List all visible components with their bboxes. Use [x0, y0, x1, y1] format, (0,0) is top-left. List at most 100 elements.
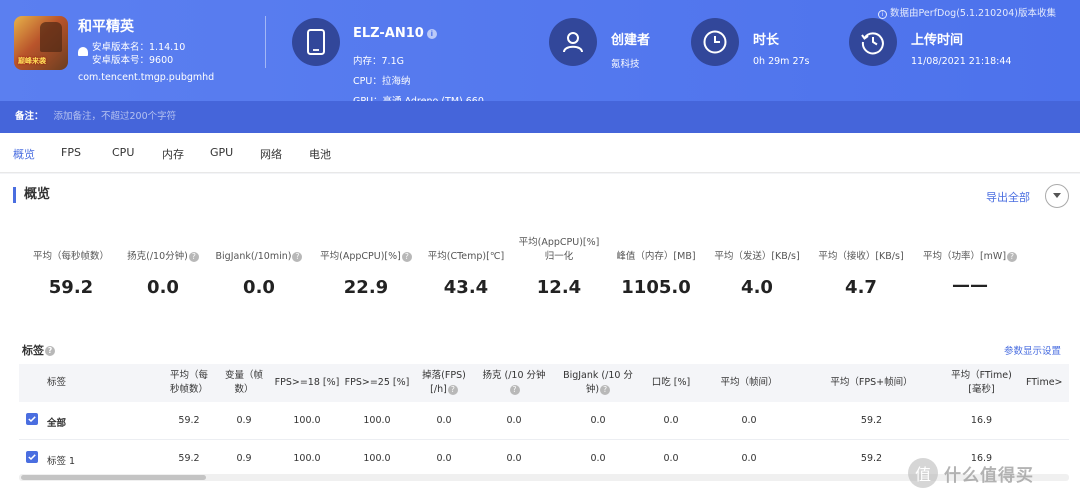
cell: 0.0 — [590, 415, 606, 426]
col-header[interactable]: FPS>=18 [%] — [272, 376, 342, 390]
param-settings-link[interactable]: 参数显示设置 — [1004, 343, 1061, 357]
stat-label: 平均(AppCPU)[%] — [518, 237, 600, 248]
info-icon: i — [878, 10, 888, 19]
collapse-button[interactable] — [1045, 184, 1069, 208]
section-title: 概览 — [13, 187, 50, 203]
col-header[interactable]: BigJank (/10 分钟)? — [557, 369, 639, 397]
col-header[interactable]: FPS>=25 [%] — [342, 376, 412, 390]
col-header[interactable]: FTime> — [1026, 376, 1069, 390]
app-version-code: 安卓版本号：9600 — [92, 55, 174, 66]
app-icon: 巅峰来袭 — [14, 16, 68, 70]
help-icon[interactable]: ? — [45, 346, 55, 356]
help-icon[interactable]: ? — [401, 251, 412, 262]
tab-battery[interactable]: 电池 — [309, 146, 331, 162]
cell: 0.0 — [506, 453, 522, 464]
duration-title: 时长 — [753, 33, 780, 48]
device-memory: 内存：7.1G — [353, 56, 404, 67]
cell: 0.9 — [236, 453, 252, 464]
cell: 0.0 — [663, 415, 679, 426]
col-header[interactable]: 平均（FPS+帧间） — [814, 376, 929, 390]
stat-avg-fps: 平均（每秒帧数） 59.2 — [17, 250, 125, 298]
stat-value: 4.0 — [741, 277, 773, 298]
app-name: 和平精英 — [78, 19, 134, 35]
tab-gpu[interactable]: GPU — [210, 146, 233, 159]
cell: 0.0 — [741, 415, 757, 426]
export-all-button[interactable]: 导出全部 — [986, 189, 1030, 205]
tab-memory[interactable]: 内存 — [162, 146, 184, 162]
cell: 0.0 — [436, 415, 452, 426]
col-header[interactable]: 口吃 [%] — [641, 376, 701, 390]
col-header[interactable]: 平均（FTime) [毫秒] — [939, 369, 1024, 397]
app-icon-figure — [40, 22, 62, 52]
help-icon[interactable]: ? — [188, 251, 199, 262]
stat-jank: 扬克(/10分钟)? 0.0 — [117, 250, 209, 298]
col-header-line1: 平均（每 — [169, 370, 208, 381]
stat-label-line2: 归一化 — [544, 251, 574, 262]
help-icon[interactable]: ? — [447, 384, 458, 395]
history-icon — [849, 18, 897, 66]
tab-network[interactable]: 网络 — [260, 146, 282, 162]
help-icon[interactable]: ? — [292, 251, 303, 262]
help-icon[interactable]: ? — [600, 384, 611, 395]
stat-avg-receive: 平均（接收）[KB/s] 4.7 — [810, 250, 912, 298]
stat-label: BigJank(/10min) — [215, 251, 292, 262]
col-header[interactable]: 平均（帧间） — [709, 376, 789, 390]
info-icon[interactable]: i — [426, 28, 437, 39]
stat-value: 22.9 — [343, 277, 389, 298]
col-header[interactable]: 标签 — [29, 376, 89, 390]
stat-label: 平均（接收）[KB/s] — [818, 251, 904, 262]
stat-value: 43.4 — [443, 277, 489, 298]
stat-value: 12.4 — [536, 277, 582, 298]
stat-appcpu-normalized: 平均(AppCPU)[%] 归一化 12.4 — [508, 236, 610, 298]
stat-value: 0.0 — [147, 277, 179, 298]
report-header: 巅峰来袭 和平精英 安卓版本名：1.14.10 安卓版本号：9600 com.t… — [0, 0, 1080, 133]
cell: 0.0 — [506, 415, 522, 426]
cell: 0.0 — [436, 453, 452, 464]
col-header[interactable]: 扬克 (/10 分钟? — [474, 369, 554, 397]
tab-fps[interactable]: FPS — [61, 146, 81, 159]
col-header-line2: ? — [474, 383, 554, 397]
row-tag-name: 标签 1 — [47, 456, 76, 467]
stat-value: 1105.0 — [621, 277, 691, 298]
col-header-line2: 秒帧数） — [169, 384, 208, 395]
col-header[interactable]: 变量（帧 数） — [219, 369, 269, 397]
creator-title: 创建者 — [611, 33, 651, 48]
tab-cpu[interactable]: CPU — [112, 146, 134, 159]
help-icon[interactable]: ? — [509, 384, 520, 395]
chevron-down-icon — [1053, 193, 1061, 198]
stat-avg-ctemp: 平均(CTemp)[℃] 43.4 — [418, 250, 514, 298]
stat-value: —— — [952, 275, 988, 296]
stat-label: 扬克(/10分钟) — [127, 251, 188, 262]
scrollbar-thumb[interactable] — [21, 475, 206, 480]
row-checkbox[interactable] — [26, 451, 38, 463]
cell: 100.0 — [363, 415, 391, 426]
stat-avg-appcpu: 平均(AppCPU)[%]? 22.9 — [312, 250, 420, 298]
tab-overview[interactable]: 概览 — [13, 146, 35, 176]
device-name: ELZ-AN10 i — [353, 26, 437, 41]
stat-label: 平均（发送）[KB/s] — [714, 251, 800, 262]
row-checkbox[interactable] — [26, 413, 38, 425]
app-package: com.tencent.tmgp.pubgmhd — [78, 72, 215, 83]
tab-bar: 概览 FPS CPU 内存 GPU 网络 电池 — [0, 133, 1080, 176]
table-row[interactable]: 全部 59.2 0.9 100.0 100.0 0.0 0.0 0.0 0.0 … — [19, 402, 1069, 440]
col-header[interactable]: 掉落(FPS) [/h]? — [414, 369, 474, 397]
remark-bar[interactable]: 备注： 添加备注，不超过200个字符 — [0, 101, 1080, 133]
cell: 0.0 — [663, 453, 679, 464]
creator-value: 氪科技 — [611, 59, 640, 70]
stat-value: 4.7 — [845, 277, 877, 298]
table-header: 标签 平均（每秒帧数） 变量（帧 数） FPS>=18 [%] FPS>=25 [… — [19, 364, 1069, 402]
stat-label: 平均(CTemp)[℃] — [427, 251, 505, 262]
cell: 59.2 — [860, 415, 883, 426]
col-header-line2: [/h]? — [414, 383, 474, 397]
stat-avg-power: 平均（功率）[mW]? —— — [917, 250, 1023, 296]
stat-value: 59.2 — [48, 277, 94, 298]
remark-input[interactable]: 添加备注，不超过200个字符 — [54, 111, 177, 122]
stat-label: 平均(AppCPU)[%] — [320, 251, 401, 262]
help-icon[interactable]: ? — [1007, 251, 1018, 262]
cell: 100.0 — [363, 453, 391, 464]
col-header[interactable]: 平均（每秒帧数） — [159, 369, 219, 397]
cell: 100.0 — [293, 453, 321, 464]
row-tag-name: 全部 — [47, 418, 67, 429]
watermark-logo: 值 — [908, 458, 938, 488]
tags-title: 标签? — [22, 342, 55, 358]
